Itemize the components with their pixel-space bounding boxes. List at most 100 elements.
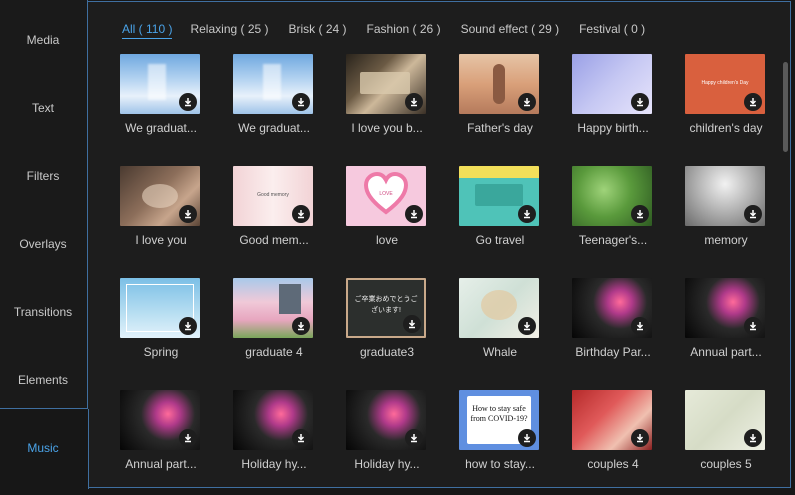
download-icon[interactable] xyxy=(631,429,649,447)
thumbnail xyxy=(120,166,200,226)
thumbnail: Good memory xyxy=(233,166,313,226)
thumb-text: ご卒業おめでとうございます! xyxy=(354,296,418,314)
category-tabs: All ( 110 ) Relaxing ( 25 ) Brisk ( 24 )… xyxy=(122,22,645,39)
music-card[interactable]: Annual part... xyxy=(682,278,786,374)
music-card[interactable]: Holiday hy... xyxy=(343,390,447,486)
music-card[interactable]: Holiday hy... xyxy=(230,390,334,486)
tab-relaxing[interactable]: Relaxing ( 25 ) xyxy=(190,22,268,39)
thumb-text: LOVE xyxy=(379,191,393,197)
item-title: couples 4 xyxy=(587,457,639,471)
thumbnail xyxy=(120,390,200,450)
music-card[interactable]: I love you b... xyxy=(343,54,447,150)
thumbnail xyxy=(459,166,539,226)
download-icon[interactable] xyxy=(292,205,310,223)
download-icon[interactable] xyxy=(405,93,423,111)
download-icon[interactable] xyxy=(631,205,649,223)
music-card[interactable]: How to stay safe from COVID-19? how to s… xyxy=(456,390,560,486)
thumbnail xyxy=(459,278,539,338)
item-title: how to stay... xyxy=(465,457,535,471)
panel-divider xyxy=(88,409,89,489)
scrollbar-thumb[interactable] xyxy=(783,62,788,152)
download-icon[interactable] xyxy=(403,315,421,333)
item-title: Annual part... xyxy=(690,345,762,359)
item-title: Whale xyxy=(482,345,517,359)
music-card[interactable]: LOVE love xyxy=(343,166,447,262)
item-title: We graduat... xyxy=(125,121,197,135)
thumbnail xyxy=(572,390,652,450)
item-title: children's day xyxy=(689,121,763,135)
sidebar-item-overlays[interactable]: Overlays xyxy=(0,210,86,278)
tab-fashion[interactable]: Fashion ( 26 ) xyxy=(367,22,441,39)
download-icon[interactable] xyxy=(744,317,762,335)
music-card[interactable]: ご卒業おめでとうございます! graduate3 xyxy=(343,278,447,374)
download-icon[interactable] xyxy=(292,429,310,447)
sidebar-item-music[interactable]: Music xyxy=(0,414,86,482)
thumb-text: Happy children's Day xyxy=(701,80,749,86)
sidebar: Media Text Filters Overlays Transitions … xyxy=(0,0,88,495)
download-icon[interactable] xyxy=(179,317,197,335)
thumbnail xyxy=(346,54,426,114)
music-card[interactable]: Good memory Good mem... xyxy=(230,166,334,262)
tab-brisk[interactable]: Brisk ( 24 ) xyxy=(289,22,347,39)
item-title: Spring xyxy=(143,345,179,359)
download-icon[interactable] xyxy=(744,93,762,111)
thumbnail xyxy=(120,54,200,114)
download-icon[interactable] xyxy=(179,93,197,111)
item-title: Holiday hy... xyxy=(354,457,420,471)
thumb-text: How to stay safe from COVID-19? xyxy=(470,404,528,423)
sidebar-item-text[interactable]: Text xyxy=(0,74,86,142)
download-icon[interactable] xyxy=(744,205,762,223)
download-icon[interactable] xyxy=(744,429,762,447)
download-icon[interactable] xyxy=(179,205,197,223)
music-card[interactable]: couples 4 xyxy=(569,390,673,486)
music-card[interactable]: Happy birth... xyxy=(569,54,673,150)
item-title: love xyxy=(375,233,398,247)
sidebar-item-media[interactable]: Media xyxy=(0,6,86,74)
tab-festival[interactable]: Festival ( 0 ) xyxy=(579,22,645,39)
download-icon[interactable] xyxy=(518,317,536,335)
download-icon[interactable] xyxy=(518,93,536,111)
sidebar-item-elements[interactable]: Elements xyxy=(0,346,86,414)
music-card[interactable]: Go travel xyxy=(456,166,560,262)
item-title: Birthday Par... xyxy=(575,345,651,359)
thumbnail: Happy children's Day xyxy=(685,54,765,114)
tab-sound-effect[interactable]: Sound effect ( 29 ) xyxy=(461,22,560,39)
thumbnail: LOVE xyxy=(346,166,426,226)
download-icon[interactable] xyxy=(179,429,197,447)
music-card[interactable]: Teenager's... xyxy=(569,166,673,262)
music-card[interactable]: I love you xyxy=(117,166,221,262)
download-icon[interactable] xyxy=(518,205,536,223)
download-icon[interactable] xyxy=(405,429,423,447)
download-icon[interactable] xyxy=(631,317,649,335)
download-icon[interactable] xyxy=(518,429,536,447)
item-title: Annual part... xyxy=(125,457,197,471)
music-card[interactable]: We graduat... xyxy=(117,54,221,150)
sidebar-item-filters[interactable]: Filters xyxy=(0,142,86,210)
music-card[interactable]: memory xyxy=(682,166,786,262)
item-title: I love you xyxy=(135,233,187,247)
tab-all[interactable]: All ( 110 ) xyxy=(122,22,173,39)
music-card[interactable]: We graduat... xyxy=(230,54,334,150)
thumbnail xyxy=(685,390,765,450)
music-card[interactable]: Happy children's Day children's day xyxy=(682,54,786,150)
music-card[interactable]: Birthday Par... xyxy=(569,278,673,374)
download-icon[interactable] xyxy=(405,205,423,223)
music-card[interactable]: Annual part... xyxy=(117,390,221,486)
thumbnail xyxy=(572,278,652,338)
thumbnail xyxy=(233,390,313,450)
music-card[interactable]: couples 5 xyxy=(682,390,786,486)
download-icon[interactable] xyxy=(292,93,310,111)
music-card[interactable]: Whale xyxy=(456,278,560,374)
thumbnail xyxy=(233,54,313,114)
thumbnail xyxy=(685,166,765,226)
download-icon[interactable] xyxy=(292,317,310,335)
music-card[interactable]: Spring xyxy=(117,278,221,374)
item-title: graduate 4 xyxy=(245,345,303,359)
music-card[interactable]: Father's day xyxy=(456,54,560,150)
download-icon[interactable] xyxy=(631,93,649,111)
thumbnail xyxy=(120,278,200,338)
music-card[interactable]: graduate 4 xyxy=(230,278,334,374)
thumbnail: ご卒業おめでとうございます! xyxy=(346,278,426,338)
item-title: Teenager's... xyxy=(578,233,648,247)
sidebar-item-transitions[interactable]: Transitions xyxy=(0,278,86,346)
